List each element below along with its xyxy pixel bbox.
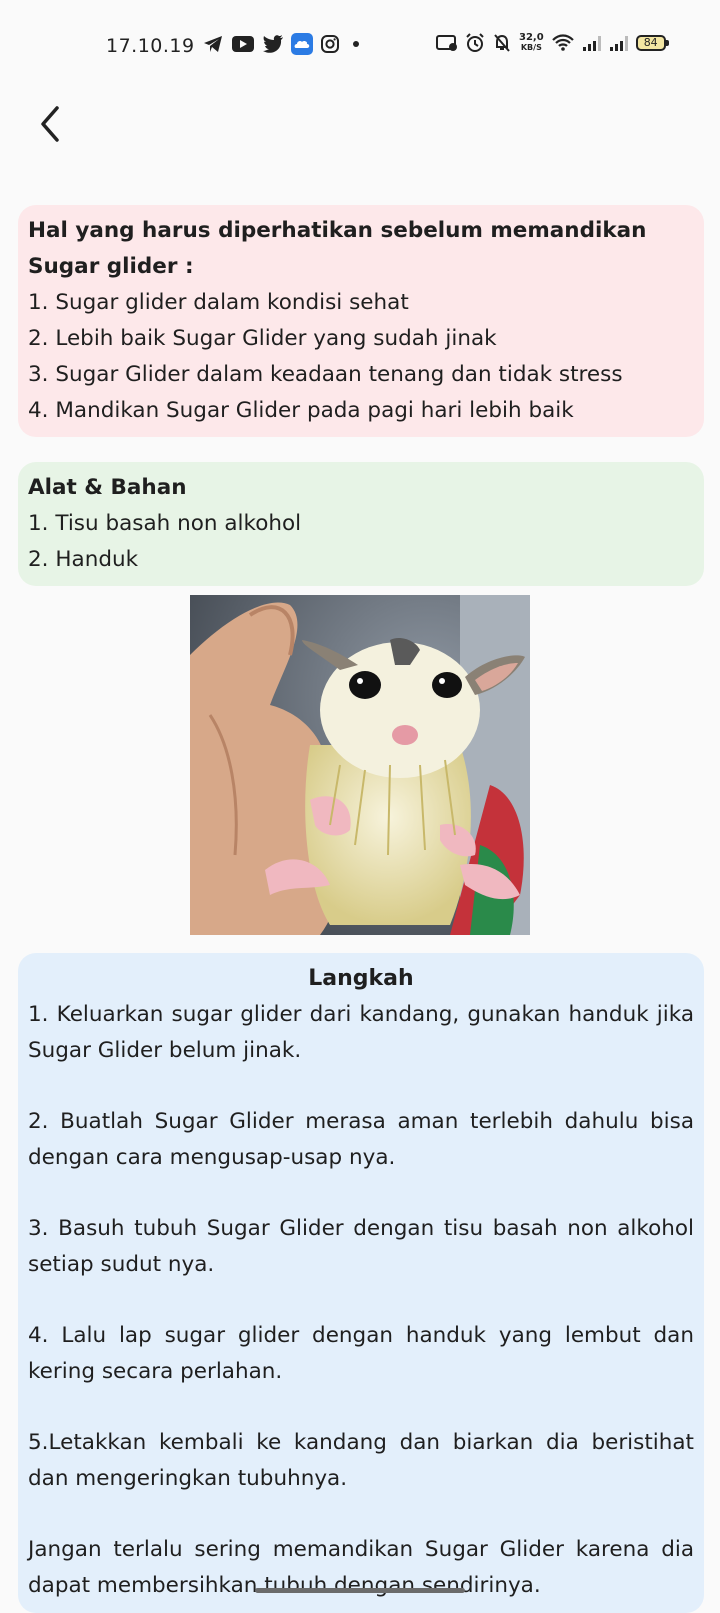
tools-title: Alat & Bahan: [28, 475, 187, 500]
steps-note: Jangan terlalu sering memandikan Sugar G…: [28, 1537, 694, 1598]
back-button[interactable]: [28, 102, 72, 146]
battery-icon: 84: [635, 35, 669, 51]
preparation-title: Hal yang harus diperhatikan sebelum mema…: [28, 218, 647, 243]
wifi-icon: [551, 34, 574, 51]
notification-icons: [202, 33, 359, 55]
youtube-icon: [232, 36, 254, 52]
data-speed: 32,0 KB/S: [519, 33, 544, 53]
status-time: 17.10.19: [106, 35, 195, 57]
cast-icon: [436, 35, 457, 51]
preparation-card: Hal yang harus diperhatikan sebelum mema…: [18, 205, 704, 437]
list-item: 3. Sugar Glider dalam keadaan tenang dan…: [28, 362, 623, 387]
list-item: 1. Sugar glider dalam kondisi sehat: [28, 290, 409, 315]
home-indicator[interactable]: [255, 1588, 465, 1593]
step-item: 3. Basuh tubuh Sugar Glider dengan tisu …: [28, 1216, 694, 1277]
mute-icon: [494, 34, 510, 52]
tools-card: Alat & Bahan 1. Tisu basah non alkohol 2…: [18, 462, 704, 586]
cloud-app-icon: [291, 33, 313, 55]
twitter-icon: [263, 35, 283, 53]
instagram-icon: [321, 35, 339, 53]
sugar-glider-photo: [190, 595, 530, 935]
step-item: 5.Letakkan kembali ke kandang dan biarka…: [28, 1430, 694, 1491]
signal-icon: [609, 36, 628, 51]
signal-icon: [582, 36, 601, 51]
steps-card: Langkah 1. Keluarkan sugar glider dari k…: [18, 953, 704, 1613]
preparation-title: Sugar glider :: [28, 254, 194, 279]
status-bar: 17.10.19 32,0 KB/S 84: [0, 0, 720, 92]
step-item: 2. Buatlah Sugar Glider merasa aman terl…: [28, 1109, 694, 1170]
list-item: 2. Lebih baik Sugar Glider yang sudah ji…: [28, 326, 497, 351]
alarm-icon: [466, 33, 484, 52]
telegram-icon: [204, 36, 222, 52]
step-item: 1. Keluarkan sugar glider dari kandang, …: [28, 1002, 694, 1063]
list-item: 2. Handuk: [28, 547, 139, 572]
step-item: 4. Lalu lap sugar glider dengan handuk y…: [28, 1323, 694, 1384]
chevron-left-icon: [41, 106, 59, 142]
speed-value: 32,0: [519, 32, 544, 43]
notification-dot-icon: [353, 41, 359, 47]
system-icons: 32,0 KB/S 84: [436, 33, 669, 53]
list-item: 4. Mandikan Sugar Glider pada pagi hari …: [28, 398, 574, 423]
speed-unit: KB/S: [520, 43, 542, 52]
list-item: 1. Tisu basah non alkohol: [28, 511, 302, 536]
steps-title: Langkah: [308, 966, 414, 991]
